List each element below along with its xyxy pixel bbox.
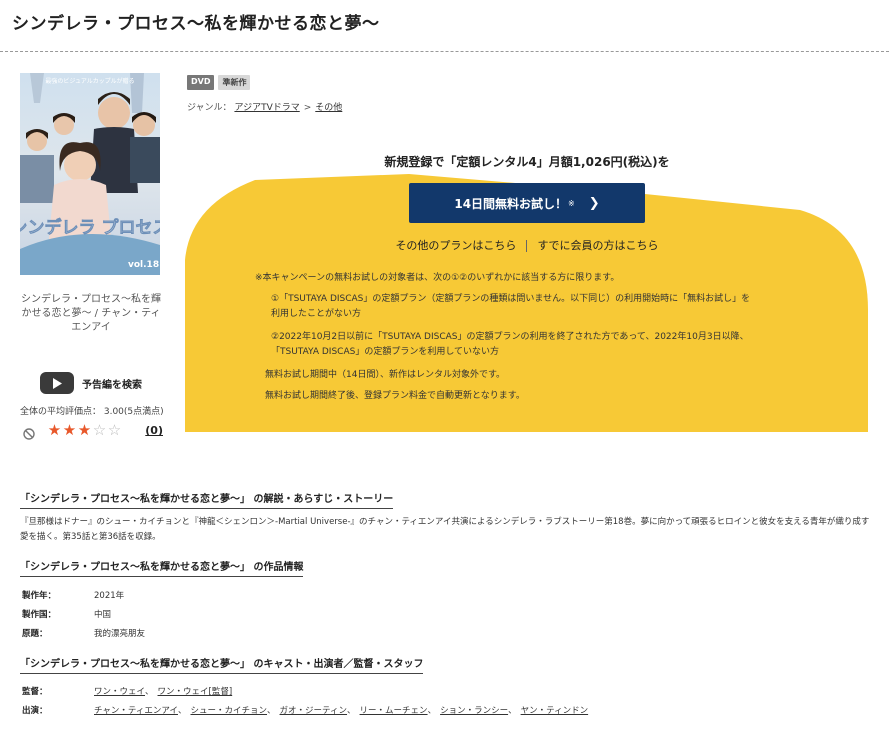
synopsis-heading: 「シンデレラ・プロセス〜私を輝かせる恋と夢〜」 の解説・あらすじ・ストーリー bbox=[20, 490, 394, 509]
cast-link[interactable]: ヤン・ティンドン bbox=[521, 704, 589, 716]
info-label-original-title: 原題： bbox=[22, 629, 48, 639]
info-value-original-title: 我的漂亮朋友 bbox=[94, 629, 146, 639]
member-login-link[interactable]: すでに会員の方はこちら bbox=[537, 239, 658, 252]
work-info-heading: 「シンデレラ・プロセス〜私を輝かせる恋と夢〜」 の作品情報 bbox=[20, 558, 304, 577]
cast-staff-heading: 「シンデレラ・プロセス〜私を輝かせる恋と夢〜」 のキャスト・出演者／監督・スタッ… bbox=[20, 655, 424, 674]
cast-link[interactable]: リー・ムーチェン bbox=[360, 704, 428, 716]
cast-label: 出演： bbox=[22, 706, 48, 716]
other-plans-link[interactable]: その他のプランはこちら bbox=[395, 239, 516, 252]
promo-heading: 新規登録で「定額レンタル4」月額1,026円(税込)を bbox=[384, 155, 670, 169]
cast-link[interactable]: ガオ・ジーティン bbox=[280, 704, 348, 716]
promo-note-1a: ①「TSUTAYA DISCAS」の定額プラン（定額プランの種類は問いません。以… bbox=[271, 294, 751, 304]
director-link[interactable]: ワン・ウェイ[監督] bbox=[158, 685, 233, 697]
director-list: ワン・ウェイ、 ワン・ウェイ[監督] bbox=[94, 685, 233, 697]
free-trial-label: 14日間無料お試し！ bbox=[454, 196, 568, 211]
promo-note-intro: ※本キャンペーンの無料お試しの対象者は、次の①②のいずれかに該当する方に限ります… bbox=[255, 273, 620, 283]
cast-link[interactable]: シュー・カイチョン bbox=[191, 704, 268, 716]
link-divider bbox=[526, 240, 528, 252]
promo-note-1b: 利用したことがない方 bbox=[271, 309, 362, 319]
promo-note-2b: 「TSUTAYA DISCAS」の定額プランを利用していない方 bbox=[271, 347, 500, 357]
chevron-right-icon: ❯ bbox=[588, 195, 600, 211]
info-label-year: 製作年： bbox=[22, 591, 57, 601]
info-value-year: 2021年 bbox=[94, 591, 125, 601]
promo-note-4: 無料お試し期間終了後、登録プラン料金で自動更新となります。 bbox=[265, 391, 525, 401]
synopsis-text: 『旦那様はドナー』のシュー・カイチョンと『神龍＜シェンロン＞-Martial U… bbox=[20, 517, 870, 542]
free-trial-button[interactable]: 14日間無料お試し！ ※ ❯ bbox=[409, 183, 645, 223]
info-label-country: 製作国： bbox=[22, 610, 57, 620]
info-value-country: 中国 bbox=[94, 610, 112, 620]
cast-link[interactable]: チャン・ティエンアイ bbox=[94, 704, 178, 716]
free-trial-note-mark: ※ bbox=[568, 198, 575, 208]
director-link[interactable]: ワン・ウェイ bbox=[94, 685, 145, 697]
director-label: 監督： bbox=[22, 687, 48, 697]
plan-links: その他のプランはこちら すでに会員の方はこちら bbox=[185, 237, 869, 253]
promo-note-2a: ②2022年10月2日以前に「TSUTAYA DISCAS」の定額プランの利用を… bbox=[271, 332, 749, 342]
cast-link[interactable]: ション・ランシー bbox=[440, 704, 508, 716]
promo-note-3: 無料お試し期間中（14日間）、新作はレンタル対象外です。 bbox=[265, 370, 506, 380]
cast-list: チャン・ティエンアイ、 シュー・カイチョン、 ガオ・ジーティン、 リー・ムーチェ… bbox=[94, 704, 589, 716]
